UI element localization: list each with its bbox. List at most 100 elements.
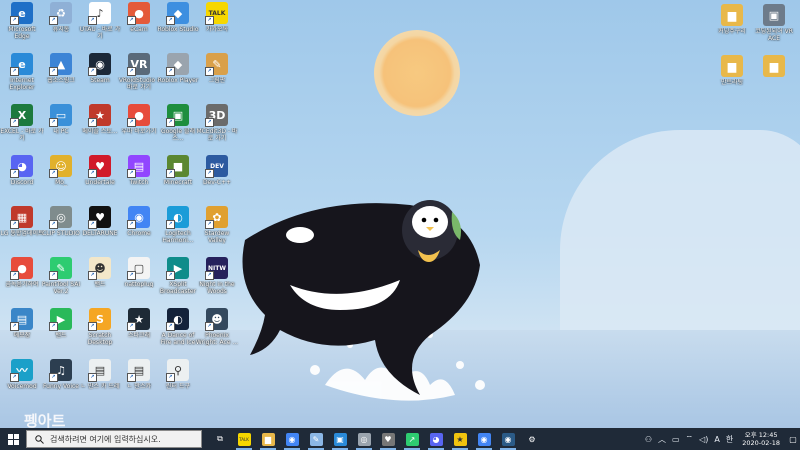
desktop-icon[interactable]: ▢ ↗ nattoplug [117, 257, 161, 288]
desktop-icon[interactable]: ♪ ↗ UTAU - 바로 가기 [78, 2, 122, 40]
desktop-icon[interactable]: ● ↗ 우마 바로가기 [117, 104, 161, 135]
network-icon[interactable]: ⌔ [686, 434, 694, 444]
taskbar-app[interactable]: ◉ [472, 428, 496, 450]
desktop-icon[interactable]: ▤ ↗ ㄴ 만스 카 드레 [78, 359, 122, 390]
recycle-bin-icon: ♻ ↗ [49, 2, 72, 25]
desktop-icon-label: 내 PC [53, 128, 69, 135]
desktop-icon[interactable]: ▭ ↗ 내 PC [39, 104, 83, 135]
language-indicator[interactable]: A [714, 435, 719, 444]
start-button[interactable] [0, 428, 26, 450]
desktop-icon[interactable]: ☻ ↗ Phoenix Wright: Ace ... [195, 308, 239, 346]
taskbar-app[interactable]: ✎ [304, 428, 328, 450]
desktop-icon[interactable]: 〰 ↗ Voicemod [0, 359, 44, 390]
chevron-up-icon[interactable]: ︿ [658, 434, 666, 445]
desktop-icon[interactable]: ▶ ↗ 밴드 [39, 308, 83, 339]
desktop-icon-label: Logitech Harmoni... [162, 230, 194, 244]
desktop-icon[interactable]: e ↗ Microsoft Edge [0, 2, 44, 40]
desktop-icon[interactable]: ◕ ↗ Discord [0, 155, 44, 186]
desktop-icon[interactable]: ☺ ↗ Mo_ [39, 155, 83, 186]
shortcut-arrow-icon: ↗ [88, 67, 97, 76]
volume-icon[interactable]: ◁) [699, 435, 708, 444]
desktop-icon[interactable]: ● ↗ 곰녹음기하여 [0, 257, 44, 288]
desktop-icon[interactable]: ■ ↗ Minecraft [156, 155, 200, 186]
kakaotalk-icon: TALK [237, 432, 251, 446]
taskbar-app[interactable]: ↗ [400, 428, 424, 450]
desktop-icon[interactable]: ▤ ↗ 메모장 [0, 308, 44, 339]
taskbar-app[interactable]: ◎ [352, 428, 376, 450]
desktop-icon[interactable]: ◐ ↗ A Dance of Fire and Ice [156, 308, 200, 346]
desktop-icon[interactable]: ★ ↗ 메이플 스토... [78, 104, 122, 135]
desktop-icon-label: 웹소스링크 [47, 77, 75, 84]
desktop-icon[interactable]: ● ↗ eCam [117, 2, 161, 33]
ime-indicator[interactable]: 한 [726, 434, 733, 445]
shortcut-arrow-icon: ↗ [49, 322, 58, 331]
desktop-icon[interactable]: e ↗ Internet Explorer [0, 53, 44, 91]
shortcut-arrow-icon: ↗ [166, 220, 175, 229]
desktop-icon[interactable]: ◆ ↗ Roblox Player [156, 53, 200, 84]
desktop-icon[interactable]: NITW ↗ Night in the Woods [195, 257, 239, 295]
taskbar-app[interactable]: ⚙ [520, 428, 544, 450]
desktop-icon[interactable]: ▆ 커닝주구리 [710, 4, 754, 35]
desktop-icon[interactable]: ◎ ↗ CLIP STUDIO [39, 206, 83, 237]
taskbar-app[interactable]: ⧉ [208, 428, 232, 450]
desktop-icon[interactable]: DEV ↗ Dev-C++ [195, 155, 239, 186]
desktop-icon[interactable]: S ↗ Scratch Desktop [78, 308, 122, 346]
task-view-icon: ⧉ [213, 432, 227, 446]
desktop-icon[interactable]: ★ ↗ 스타크래 [117, 308, 161, 339]
taskbar-search-box[interactable]: 검색하려면 여기에 입력하십시오. [26, 430, 202, 448]
desktop-icon[interactable]: ✿ ↗ Stardew Valley [195, 206, 239, 244]
desktop-icon[interactable]: ◉ ↗ Chrome [117, 206, 161, 237]
desktop-icon[interactable]: ✎ ↗ 그림판 [195, 53, 239, 84]
desktop-icon[interactable]: ▣ 코딩된되어 VR ACE [752, 4, 796, 42]
desktop-icon-label: Stardew Valley [204, 230, 230, 244]
desktop-icon[interactable]: ◐ ↗ Logitech Harmoni... [156, 206, 200, 244]
people-icon[interactable]: ⚇ [645, 435, 652, 444]
taskbar-app[interactable]: ◕ [424, 428, 448, 450]
desktop-icon-label: 그림판 [208, 77, 226, 84]
desktop-icon[interactable]: ◉ ↗ Steam [78, 53, 122, 84]
desktop-icon[interactable]: ☻ ↗ 밴드 [78, 257, 122, 288]
shortcut-arrow-icon: ↗ [10, 373, 19, 382]
desktop-icon[interactable]: ▶ ↗ XSplit Broadcaster [156, 257, 200, 295]
battery-icon[interactable]: ▭ [672, 435, 680, 444]
clock-time: 오후 12:45 [744, 431, 778, 439]
desktop-icon-label: nattoplug [124, 281, 154, 288]
steam-icon: ◉ [501, 432, 515, 446]
desktop-icon[interactable]: ▆ [752, 55, 796, 79]
taskbar-clock[interactable]: 오후 12:45 2020-02-18 [742, 431, 780, 447]
desktop-icon-label: DELTARUNE [82, 230, 118, 237]
taskbar-app[interactable]: ★ [448, 428, 472, 450]
desktop-icon[interactable]: ✎ ↗ PaintTool SAI Ver.2 [39, 257, 83, 295]
desktop-icon[interactable]: ▲ ↗ 웹소스링크 [39, 53, 83, 84]
shortcut-arrow-icon: ↗ [88, 220, 97, 229]
clip-studio-icon: ◎ [357, 432, 371, 446]
desktop-icon[interactable]: ⚲ ↗ 린터 드구 [156, 359, 200, 390]
desktop-icon[interactable]: ♥ ↗ Undertale [78, 155, 122, 186]
phoenix-wright-icon: ☻ ↗ [205, 308, 228, 331]
taskbar-app[interactable]: ◉ [496, 428, 520, 450]
desktop-icon[interactable]: X ↗ EXCEL - 바로 가기 [0, 104, 44, 142]
desktop-icon[interactable]: ▤ ↗ ㄴ 만스카 [117, 359, 161, 390]
desktop-icon[interactable]: ♥ ↗ DELTARUNE [78, 206, 122, 237]
taskbar-app[interactable]: ▣ [328, 428, 352, 450]
desktop-icon[interactable]: ▤ ↗ Twitch [117, 155, 161, 186]
discord-icon: ◕ ↗ [10, 155, 33, 178]
shortcut-arrow-icon: ↗ [10, 169, 19, 178]
desktop-icon[interactable]: ♫ ↗ Funny Voice [39, 359, 83, 390]
desktop-icon[interactable]: ▦ ↗ LG 통합업데이트 [0, 206, 44, 237]
desktop-icon[interactable]: VR ↗ VRoidStudio - 바로 가기 [117, 53, 161, 91]
desktop-icon[interactable]: 3D ↗ MCEdit3D - 바로 가기 [195, 104, 239, 142]
taskbar-app[interactable]: TALK [232, 428, 256, 450]
notifications-icon[interactable]: ▢ [786, 428, 800, 450]
taskbar-app[interactable]: ♥ [376, 428, 400, 450]
desktop-icon[interactable]: ♻ ↗ 휴지통 [39, 2, 83, 33]
desktop-icon-label: Microsoft Edge [8, 26, 36, 40]
desktop-icon[interactable]: TALK ↗ 카카오톡 [195, 2, 239, 33]
shortcut-arrow-icon: ↗ [49, 169, 58, 178]
desktop-icon[interactable]: ◆ ↗ Roblox Studio [156, 2, 200, 33]
shortcut-arrow-icon: ↗ [166, 271, 175, 280]
desktop-icon[interactable]: ▣ ↗ Google 클래스... [156, 104, 200, 142]
taskbar-app[interactable]: ◉ [280, 428, 304, 450]
taskbar-app[interactable]: ▆ [256, 428, 280, 450]
desktop-icon[interactable]: ▆ 만트라팅 [710, 55, 754, 86]
